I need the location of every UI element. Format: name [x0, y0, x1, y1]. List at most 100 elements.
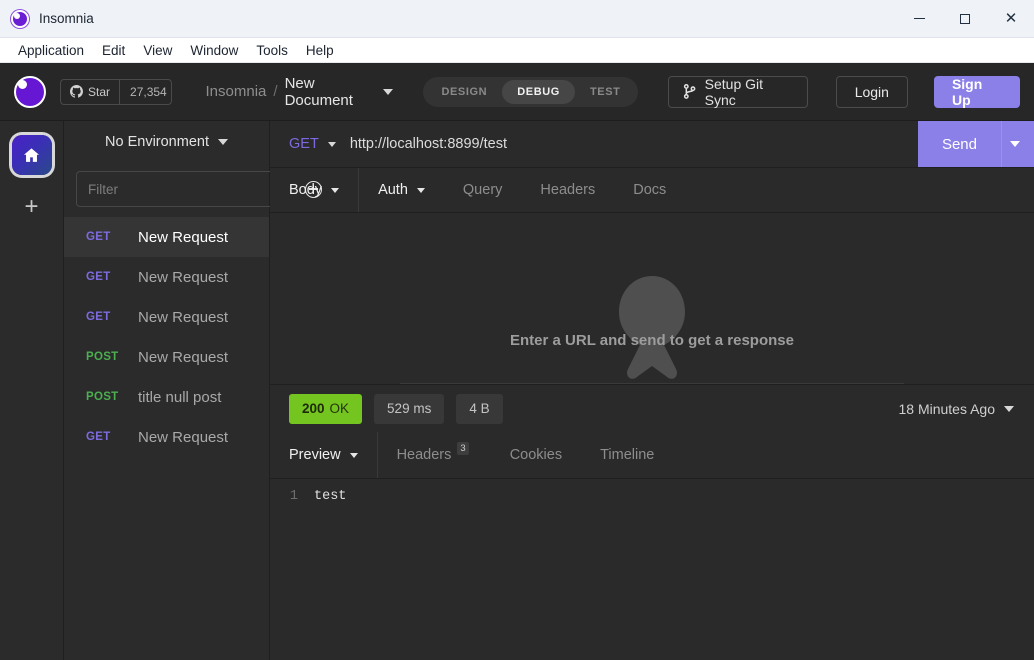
chevron-down-icon	[327, 141, 336, 147]
line-number: 1	[289, 489, 298, 504]
star-count: 27,354	[130, 84, 167, 99]
menu-bar: Application Edit View Window Tools Help	[0, 38, 1034, 63]
tab-body[interactable]: Body	[270, 168, 360, 212]
request-method: GET	[86, 271, 111, 283]
request-list-item[interactable]: POST New Request	[64, 337, 269, 377]
tab-cookies[interactable]: Cookies	[491, 432, 581, 478]
method-selector[interactable]: GET	[270, 121, 350, 167]
tab-body-label: Body	[289, 182, 323, 198]
home-workspace-button[interactable]	[11, 135, 52, 175]
request-list-item[interactable]: GET New Request	[64, 257, 269, 297]
setup-git-sync-button[interactable]: Setup Git Sync	[668, 75, 808, 108]
tab-response-headers[interactable]: Headers 3	[378, 432, 491, 478]
menu-item-help[interactable]: Help	[297, 41, 343, 60]
request-name: New Request	[138, 348, 229, 366]
tab-preview-label: Preview	[289, 447, 341, 463]
request-name: title null post	[138, 388, 222, 406]
mode-debug[interactable]: DEBUG	[502, 79, 575, 104]
request-method: GET	[86, 431, 111, 443]
line-text: test	[314, 489, 347, 504]
request-list-item[interactable]: GET New Request	[64, 297, 269, 337]
maximize-button[interactable]	[942, 0, 988, 38]
status-code: 200	[302, 401, 325, 416]
menu-item-tools[interactable]: Tools	[247, 41, 297, 60]
request-tabs: Body Auth Query Headers Docs	[270, 168, 1034, 213]
tab-headers[interactable]: Headers	[521, 168, 614, 212]
chevron-down-icon[interactable]	[383, 88, 394, 95]
response-status-bar: 200 OK 529 ms 4 B 18 Minutes Ago	[270, 384, 1034, 432]
chevron-down-icon	[1004, 405, 1014, 412]
breadcrumb-separator: /	[273, 83, 278, 100]
minimize-icon	[913, 18, 925, 19]
response-timestamp: 18 Minutes Ago	[898, 400, 995, 417]
signup-button[interactable]: Sign Up	[933, 75, 1020, 108]
window-controls: ✕	[896, 0, 1034, 38]
mode-design[interactable]: DESIGN	[426, 80, 502, 104]
tab-query[interactable]: Query	[444, 168, 522, 212]
insomnia-circle-icon[interactable]	[14, 75, 46, 108]
filter-input[interactable]	[76, 171, 277, 207]
request-name: New Request	[138, 228, 229, 246]
chevron-down-icon	[217, 139, 228, 145]
environment-selector[interactable]: No Environment	[64, 121, 269, 163]
menu-item-view[interactable]: View	[134, 41, 181, 60]
maximize-icon	[960, 13, 970, 24]
add-workspace-button[interactable]: +	[24, 195, 38, 219]
window-title-bar: Insomnia ✕	[0, 0, 1034, 38]
request-empty-state: Enter a URL and send to get a response	[270, 276, 1034, 384]
menu-item-application[interactable]: Application	[9, 41, 93, 60]
response-history-button[interactable]: 18 Minutes Ago	[898, 401, 1020, 417]
insomnia-watermark-icon	[619, 276, 685, 379]
insomnia-logo-icon	[11, 9, 29, 28]
home-icon	[23, 147, 40, 162]
request-list-item[interactable]: GET New Request	[64, 217, 269, 257]
request-list-item[interactable]: GET New Request	[64, 417, 269, 457]
close-icon: ✕	[1004, 9, 1018, 27]
request-name: New Request	[138, 428, 229, 446]
mode-test[interactable]: TEST	[575, 80, 636, 104]
send-options-button[interactable]	[1001, 121, 1034, 167]
minimize-button[interactable]	[896, 0, 942, 38]
chevron-down-icon	[349, 452, 358, 458]
app-body: + No Environment GET New Request GET	[0, 121, 1034, 660]
git-branch-icon	[684, 84, 696, 99]
git-sync-label: Setup Git Sync	[704, 75, 764, 108]
request-method: POST	[86, 391, 119, 403]
headers-count-badge: 3	[457, 441, 469, 455]
url-input[interactable]: http://localhost:8899/test	[350, 121, 918, 167]
main-panel: GET http://localhost:8899/test Send Body…	[270, 121, 1034, 660]
url-bar: GET http://localhost:8899/test Send	[270, 121, 1034, 168]
send-button[interactable]: Send	[917, 121, 1001, 167]
tab-timeline[interactable]: Timeline	[581, 432, 673, 478]
tab-auth-label: Auth	[378, 182, 408, 198]
sidebar-toolbar	[64, 163, 335, 217]
login-button[interactable]: Login	[835, 75, 908, 108]
star-label: Star	[88, 84, 111, 99]
response-body[interactable]: 1 test	[270, 479, 1034, 660]
response-time: 529 ms	[374, 393, 445, 424]
tab-docs[interactable]: Docs	[614, 168, 685, 212]
chevron-down-icon	[416, 187, 425, 193]
request-method: GET	[86, 311, 111, 323]
tab-auth[interactable]: Auth	[359, 168, 444, 212]
chevron-down-icon	[331, 187, 340, 193]
github-icon	[70, 85, 83, 98]
request-list-item[interactable]: POST title null post	[64, 377, 269, 417]
chevron-down-icon	[1010, 141, 1020, 147]
send-group: Send	[917, 121, 1034, 167]
breadcrumb-app: Insomnia	[205, 83, 267, 100]
response-size: 4 B	[456, 393, 503, 424]
status-badge: 200 OK	[289, 393, 363, 424]
request-method: GET	[86, 231, 111, 243]
github-star-button[interactable]: Star 27,354	[60, 78, 172, 105]
request-list: GET New Request GET New Request GET New …	[64, 217, 269, 660]
tab-preview[interactable]: Preview	[270, 432, 378, 478]
breadcrumb: Insomnia / New Document	[206, 75, 394, 109]
star-label-group: Star	[61, 79, 121, 104]
close-button[interactable]: ✕	[988, 0, 1034, 38]
menu-item-window[interactable]: Window	[181, 41, 247, 60]
menu-item-edit[interactable]: Edit	[93, 41, 134, 60]
tab-response-headers-label: Headers	[396, 447, 452, 463]
empty-state-message: Enter a URL and send to get a response	[510, 332, 794, 349]
breadcrumb-document[interactable]: New Document	[285, 75, 377, 109]
